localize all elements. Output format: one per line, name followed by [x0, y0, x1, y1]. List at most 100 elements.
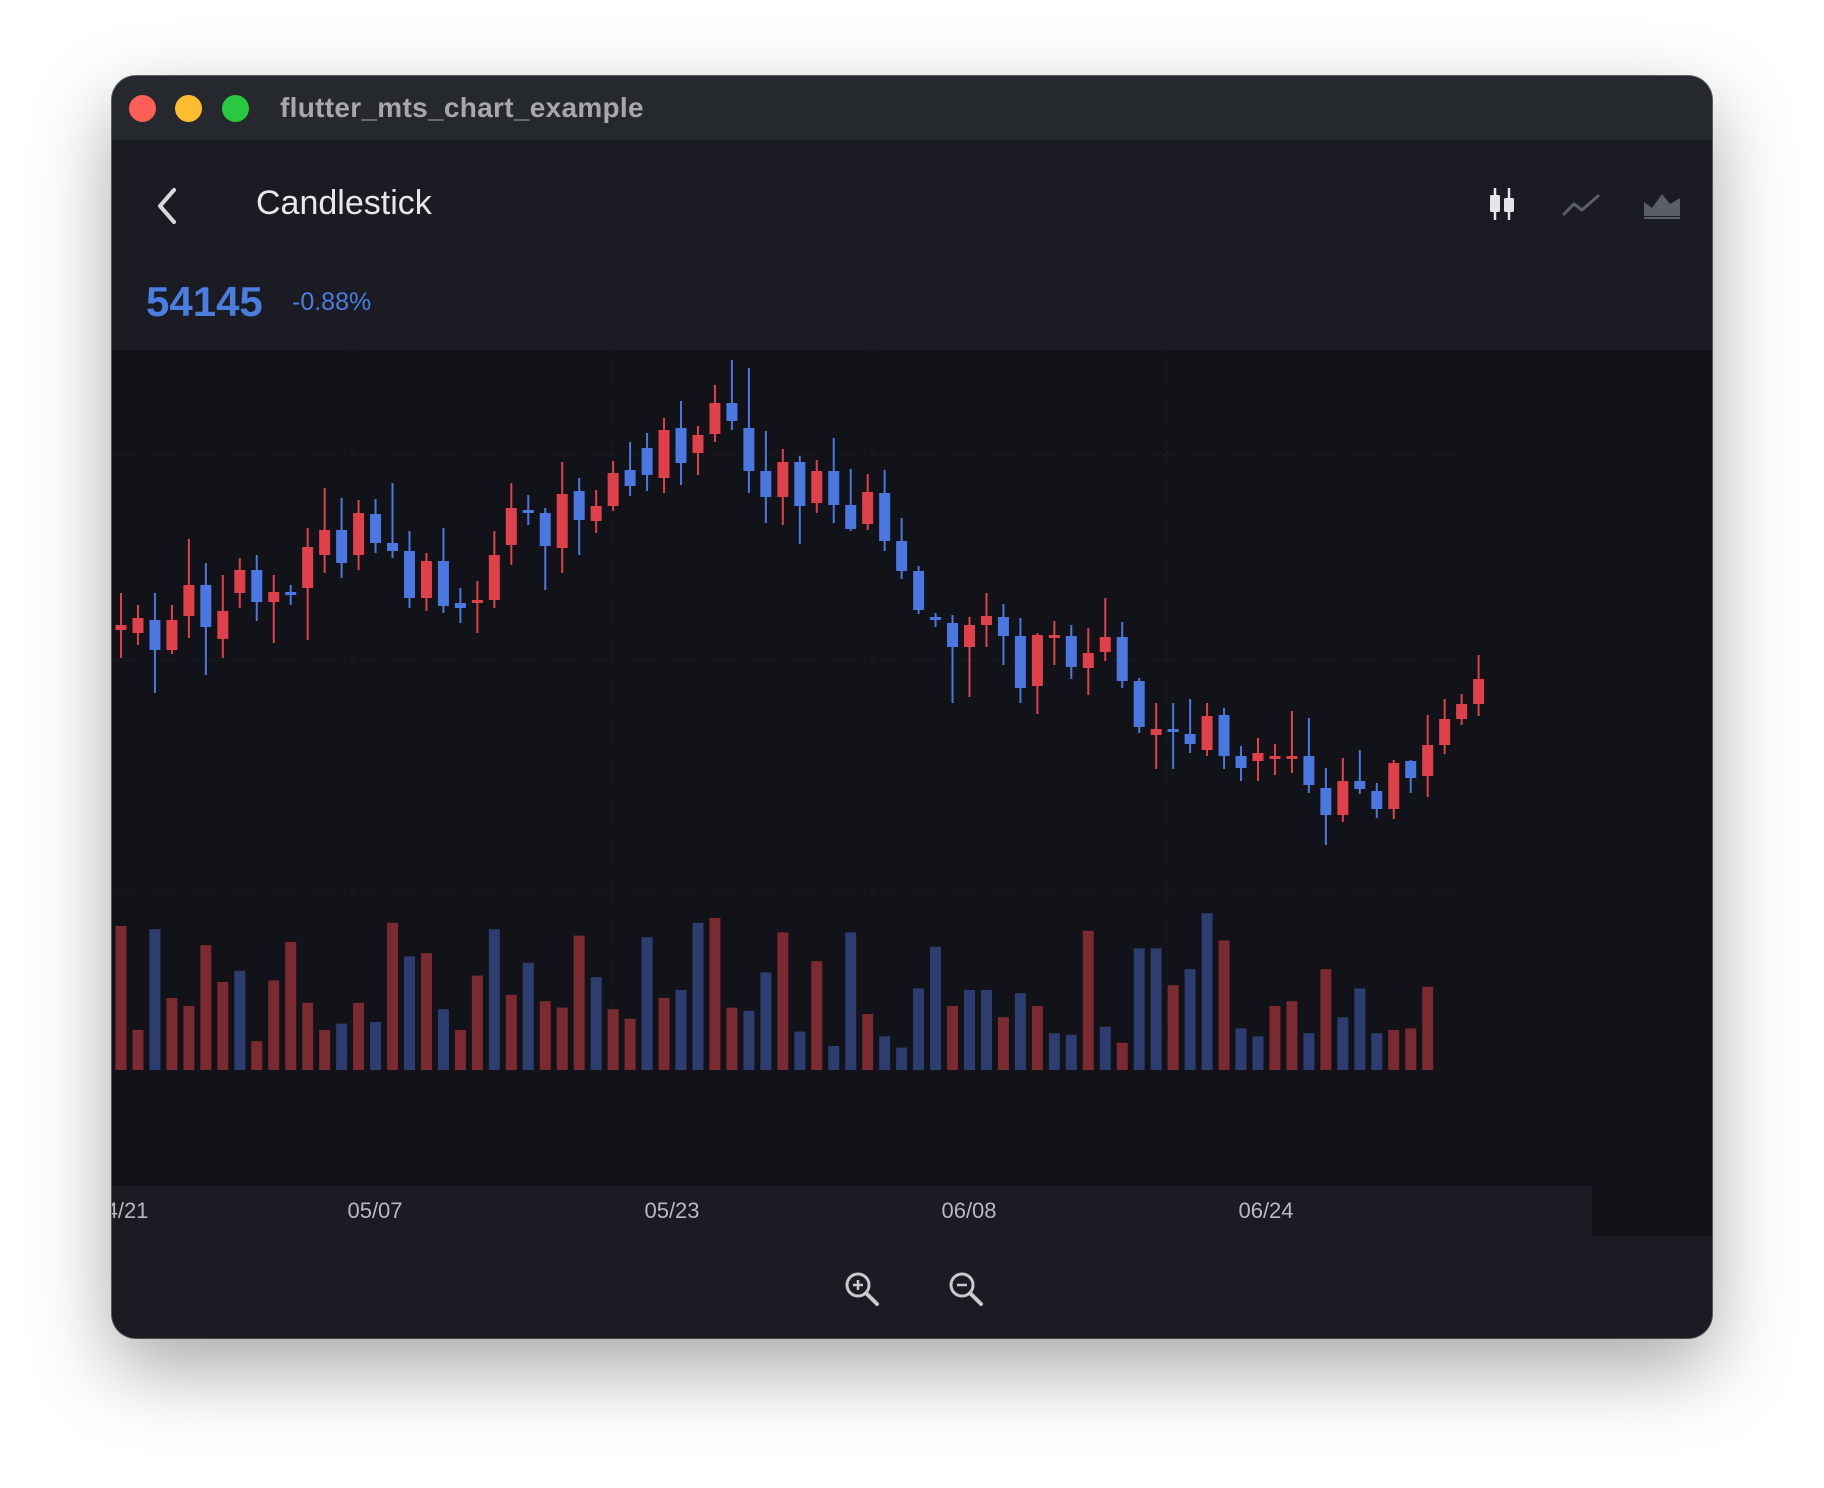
candle: [828, 438, 840, 523]
volume-bar: [1184, 969, 1196, 1070]
volume-bar: [1337, 1017, 1349, 1070]
candle-body: [539, 513, 551, 546]
candle-body: [471, 600, 483, 603]
candle-body: [1116, 637, 1128, 681]
volume-bar: [1167, 985, 1179, 1070]
candle-body: [760, 471, 772, 497]
candle-body: [1014, 636, 1026, 688]
candle-body: [930, 617, 942, 620]
candle-body: [675, 428, 687, 463]
candle: [1286, 711, 1298, 773]
candle: [387, 483, 399, 558]
volume-bar: [760, 972, 772, 1070]
candle-body: [743, 428, 755, 471]
candle: [997, 604, 1009, 665]
volume-bar: [1065, 1034, 1077, 1070]
volume-bar: [268, 980, 280, 1070]
back-button[interactable]: [148, 186, 188, 226]
candle-body: [1184, 734, 1196, 744]
candle: [1473, 655, 1485, 716]
candle: [1082, 628, 1094, 695]
line-chart-button[interactable]: [1558, 180, 1606, 228]
volume-bar: [471, 975, 483, 1070]
volume-bar: [692, 922, 704, 1070]
volume-bar: [913, 988, 925, 1070]
candle-body: [132, 618, 144, 633]
candle: [1065, 625, 1077, 679]
volume-bar: [845, 932, 857, 1070]
area-chart-icon: [1644, 194, 1680, 219]
volume-bar: [420, 953, 432, 1070]
volume-bar: [166, 998, 178, 1070]
candle: [302, 528, 314, 640]
zoom-out-icon: [949, 1272, 983, 1306]
candle-body: [1065, 636, 1077, 667]
candle: [403, 531, 415, 608]
candle: [1439, 699, 1451, 754]
area-chart-button[interactable]: [1638, 180, 1686, 228]
title-bar: flutter_mts_chart_example: [112, 76, 1712, 140]
candle: [115, 593, 127, 658]
volume-bar: [896, 1047, 908, 1070]
candle-body: [1031, 635, 1043, 686]
candle: [1269, 744, 1281, 775]
volume-bar: [794, 1031, 806, 1070]
candle: [336, 498, 348, 578]
volume-bar: [1405, 1028, 1417, 1070]
close-window-button[interactable]: [129, 95, 156, 122]
candle: [1201, 703, 1213, 756]
candle-body: [166, 620, 178, 650]
zoom-out-button[interactable]: [946, 1269, 986, 1309]
candle: [353, 500, 365, 570]
chart-canvas[interactable]: [112, 350, 1712, 1236]
candlestick-chart-button[interactable]: [1478, 180, 1526, 228]
x-tick-label: 06/24: [1238, 1198, 1293, 1223]
candle: [1167, 703, 1179, 769]
volume-bar: [964, 990, 975, 1070]
candle-body: [1252, 753, 1264, 761]
candle-body: [437, 561, 449, 606]
volume-bar: [454, 1030, 466, 1070]
minimize-window-button[interactable]: [175, 95, 202, 122]
volume-bar: [1150, 948, 1162, 1070]
candle: [1014, 618, 1026, 703]
candle-body: [336, 530, 348, 563]
candle: [1303, 718, 1315, 793]
candle-body: [964, 625, 975, 647]
volume-bar: [1133, 948, 1145, 1070]
candlestick-chart[interactable]: [112, 350, 1712, 1236]
candle: [285, 585, 297, 605]
volume-bar: [1286, 1001, 1298, 1070]
candle-body: [1422, 745, 1434, 776]
candle: [1354, 750, 1366, 794]
candle: [1116, 622, 1128, 688]
volume-bar: [370, 1022, 382, 1070]
candle: [1337, 758, 1349, 822]
candle: [845, 469, 857, 531]
candle: [183, 539, 195, 638]
volume-bar: [777, 932, 789, 1070]
candle: [709, 385, 721, 442]
candle-body: [1048, 635, 1060, 638]
zoom-in-button[interactable]: [842, 1269, 882, 1309]
candle-body: [794, 462, 806, 506]
candle-body: [302, 547, 314, 588]
candle-body: [997, 617, 1009, 636]
candle: [1048, 621, 1060, 665]
candle-body: [285, 592, 297, 595]
volume-bar: [947, 1006, 959, 1070]
candle-body: [251, 570, 263, 602]
volume-bar: [336, 1023, 348, 1070]
volume-bar: [1014, 993, 1026, 1070]
candle: [1218, 708, 1230, 769]
candle: [692, 426, 704, 475]
zoom-in-icon: [845, 1272, 879, 1306]
maximize-window-button[interactable]: [222, 95, 249, 122]
volume-bar: [980, 990, 992, 1070]
volume-bar: [1235, 1028, 1247, 1070]
candle-body: [913, 571, 925, 610]
volume-bar: [726, 1007, 738, 1070]
candle-body: [387, 543, 399, 551]
candle: [505, 483, 517, 565]
line-chart-icon: [1562, 194, 1600, 216]
